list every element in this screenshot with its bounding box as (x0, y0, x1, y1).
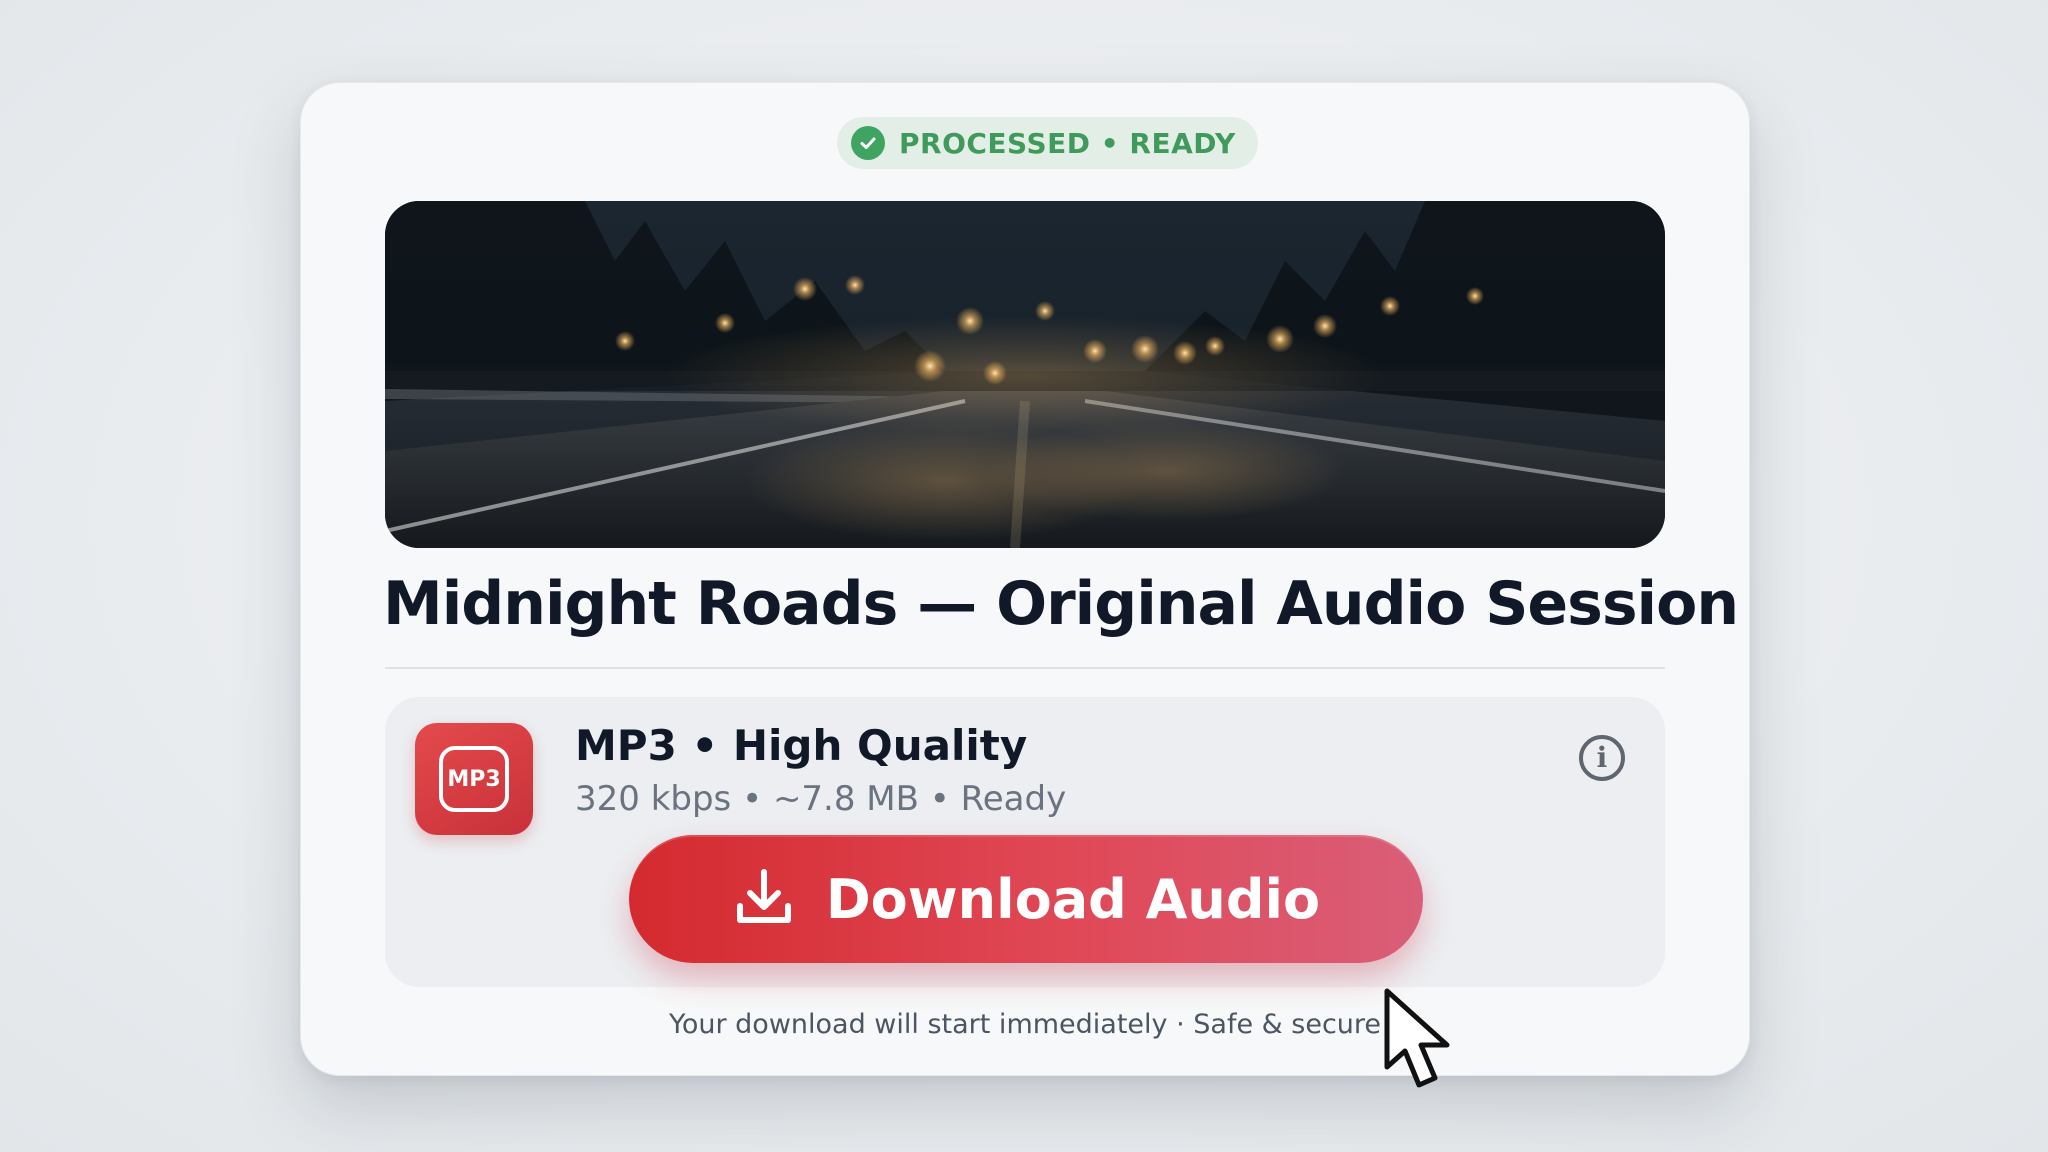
download-audio-button[interactable]: Download Audio (629, 835, 1423, 963)
status-label: PROCESSED • READY (899, 126, 1236, 160)
info-glyph: i (1596, 741, 1608, 774)
track-title: Midnight Roads — Original Audio Session (383, 569, 1739, 639)
download-icon (732, 866, 796, 933)
footer-note: Your download will start immediately · S… (668, 1009, 1382, 1040)
mp3-file-icon: MP3 (415, 723, 533, 835)
info-icon[interactable]: i (1579, 735, 1625, 781)
download-card: PROCESSED • READY Midnight Roads — Origi… (300, 82, 1750, 1088)
mp3-icon-label: MP3 (439, 746, 509, 812)
mouse-cursor-icon (1381, 987, 1471, 1101)
status-badge: PROCESSED • READY (837, 117, 1258, 169)
format-meta: 320 kbps • ~7.8 MB • Ready (575, 779, 1067, 819)
divider (385, 667, 1665, 669)
download-button-label: Download Audio (825, 867, 1321, 931)
format-title: MP3 • High Quality (575, 721, 1028, 770)
check-circle-icon (851, 126, 885, 160)
cover-image (385, 201, 1665, 548)
